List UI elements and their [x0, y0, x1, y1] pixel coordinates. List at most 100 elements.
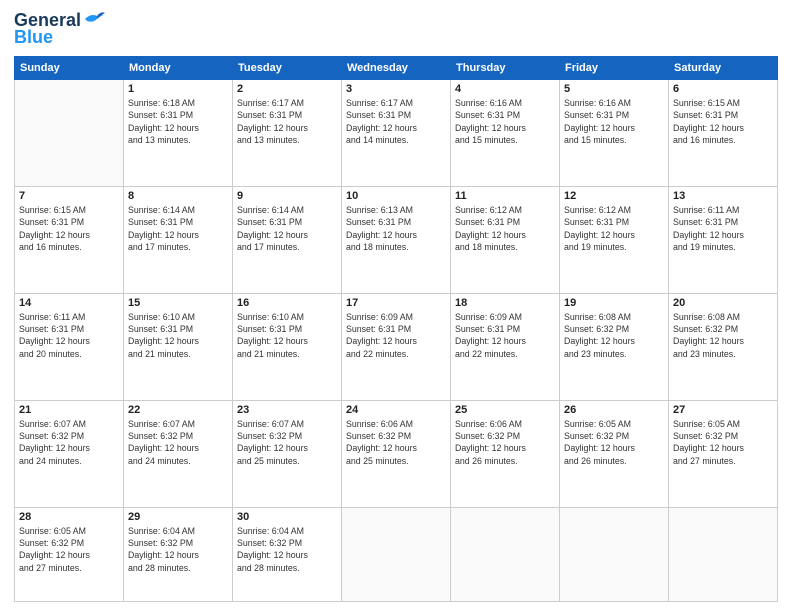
calendar-cell: 22Sunrise: 6:07 AM Sunset: 6:32 PM Dayli… — [124, 400, 233, 507]
day-number: 22 — [128, 404, 228, 416]
calendar-cell: 3 Sunrise: 6:17 AM Sunset: 6:31 PM Daylig… — [342, 80, 451, 187]
day-info: Sunrise: 6:13 AM Sunset: 6:31 PM Dayligh… — [346, 204, 446, 253]
calendar-cell — [342, 507, 451, 601]
calendar-cell: 9 Sunrise: 6:14 AM Sunset: 6:31 PM Daylig… — [233, 186, 342, 293]
day-info: Sunrise: 6:17 AM Sunset: 6:31 PM Dayligh… — [237, 97, 337, 146]
day-info: Sunrise: 6:15 AM Sunset: 6:31 PM Dayligh… — [19, 204, 119, 253]
calendar-cell: 23 Sunrise: 6:07 AM Sunset: 6:32 PM Dayli… — [233, 400, 342, 507]
calendar-week-row-3: 21Sunrise: 6:07 AM Sunset: 6:32 PM Dayli… — [15, 400, 778, 507]
day-number: 17 — [346, 297, 446, 309]
calendar-cell: 26Sunrise: 6:05 AM Sunset: 6:32 PM Dayli… — [560, 400, 669, 507]
day-info: Sunrise: 6:15 AM Sunset: 6:31 PM Dayligh… — [673, 97, 773, 146]
day-number: 14 — [19, 297, 119, 309]
day-number: 8 — [128, 190, 228, 202]
calendar-header-wednesday: Wednesday — [342, 57, 451, 80]
calendar-cell: 1 Sunrise: 6:18 AM Sunset: 6:31 PM Daylig… — [124, 80, 233, 187]
calendar-cell: 12 Sunrise: 6:12 AM Sunset: 6:31 PM Dayli… — [560, 186, 669, 293]
day-number: 7 — [19, 190, 119, 202]
day-info: Sunrise: 6:05 AM Sunset: 6:32 PM Dayligh… — [673, 418, 773, 467]
day-info: Sunrise: 6:16 AM Sunset: 6:31 PM Dayligh… — [564, 97, 664, 146]
logo-blue: Blue — [14, 27, 53, 48]
day-info: Sunrise: 6:09 AM Sunset: 6:31 PM Dayligh… — [346, 311, 446, 360]
calendar-cell: 8 Sunrise: 6:14 AM Sunset: 6:31 PM Daylig… — [124, 186, 233, 293]
calendar-cell: 15Sunrise: 6:10 AM Sunset: 6:31 PM Dayli… — [124, 293, 233, 400]
calendar-cell: 29 Sunrise: 6:04 AM Sunset: 6:32 PM Dayli… — [124, 507, 233, 601]
calendar-cell: 28 Sunrise: 6:05 AM Sunset: 6:32 PM Dayli… — [15, 507, 124, 601]
day-number: 29 — [128, 511, 228, 523]
day-number: 25 — [455, 404, 555, 416]
day-number: 10 — [346, 190, 446, 202]
calendar-week-row-4: 28 Sunrise: 6:05 AM Sunset: 6:32 PM Dayli… — [15, 507, 778, 601]
calendar-cell: 16 Sunrise: 6:10 AM Sunset: 6:31 PM Dayli… — [233, 293, 342, 400]
day-number: 6 — [673, 83, 773, 95]
day-info: Sunrise: 6:18 AM Sunset: 6:31 PM Dayligh… — [128, 97, 228, 146]
calendar-cell — [669, 507, 778, 601]
day-info: Sunrise: 6:17 AM Sunset: 6:31 PM Dayligh… — [346, 97, 446, 146]
day-number: 5 — [564, 83, 664, 95]
calendar-cell — [451, 507, 560, 601]
calendar-cell: 25 Sunrise: 6:06 AM Sunset: 6:32 PM Dayli… — [451, 400, 560, 507]
calendar-cell — [560, 507, 669, 601]
day-number: 4 — [455, 83, 555, 95]
day-info: Sunrise: 6:11 AM Sunset: 6:31 PM Dayligh… — [673, 204, 773, 253]
day-number: 13 — [673, 190, 773, 202]
day-number: 11 — [455, 190, 555, 202]
calendar-header-monday: Monday — [124, 57, 233, 80]
day-info: Sunrise: 6:12 AM Sunset: 6:31 PM Dayligh… — [564, 204, 664, 253]
calendar-cell: 10 Sunrise: 6:13 AM Sunset: 6:31 PM Dayli… — [342, 186, 451, 293]
calendar-cell: 27 Sunrise: 6:05 AM Sunset: 6:32 PM Dayli… — [669, 400, 778, 507]
calendar-cell: 19Sunrise: 6:08 AM Sunset: 6:32 PM Dayli… — [560, 293, 669, 400]
day-info: Sunrise: 6:12 AM Sunset: 6:31 PM Dayligh… — [455, 204, 555, 253]
day-info: Sunrise: 6:05 AM Sunset: 6:32 PM Dayligh… — [19, 525, 119, 574]
header: General Blue — [14, 10, 778, 48]
calendar-cell: 2 Sunrise: 6:17 AM Sunset: 6:31 PM Daylig… — [233, 80, 342, 187]
calendar-cell: 20Sunrise: 6:08 AM Sunset: 6:32 PM Dayli… — [669, 293, 778, 400]
day-number: 3 — [346, 83, 446, 95]
page-container: General Blue SundayMondayTuesdayWednesda… — [0, 0, 792, 612]
calendar-week-row-2: 14 Sunrise: 6:11 AM Sunset: 6:31 PM Dayli… — [15, 293, 778, 400]
day-info: Sunrise: 6:11 AM Sunset: 6:31 PM Dayligh… — [19, 311, 119, 360]
calendar-cell: 5 Sunrise: 6:16 AM Sunset: 6:31 PM Daylig… — [560, 80, 669, 187]
day-info: Sunrise: 6:05 AM Sunset: 6:32 PM Dayligh… — [564, 418, 664, 467]
day-info: Sunrise: 6:07 AM Sunset: 6:32 PM Dayligh… — [237, 418, 337, 467]
day-number: 28 — [19, 511, 119, 523]
day-number: 9 — [237, 190, 337, 202]
day-number: 1 — [128, 83, 228, 95]
calendar-header-row: SundayMondayTuesdayWednesdayThursdayFrid… — [15, 57, 778, 80]
calendar-header-saturday: Saturday — [669, 57, 778, 80]
day-info: Sunrise: 6:04 AM Sunset: 6:32 PM Dayligh… — [237, 525, 337, 574]
calendar-header-thursday: Thursday — [451, 57, 560, 80]
calendar-cell: 24Sunrise: 6:06 AM Sunset: 6:32 PM Dayli… — [342, 400, 451, 507]
calendar-cell: 13 Sunrise: 6:11 AM Sunset: 6:31 PM Dayli… — [669, 186, 778, 293]
day-info: Sunrise: 6:06 AM Sunset: 6:32 PM Dayligh… — [455, 418, 555, 467]
calendar-cell — [15, 80, 124, 187]
logo-bird-icon — [83, 11, 105, 27]
calendar-week-row-1: 7 Sunrise: 6:15 AM Sunset: 6:31 PM Daylig… — [15, 186, 778, 293]
day-number: 16 — [237, 297, 337, 309]
calendar-cell: 7 Sunrise: 6:15 AM Sunset: 6:31 PM Daylig… — [15, 186, 124, 293]
calendar-header-sunday: Sunday — [15, 57, 124, 80]
calendar-cell: 30 Sunrise: 6:04 AM Sunset: 6:32 PM Dayli… — [233, 507, 342, 601]
logo: General Blue — [14, 10, 105, 48]
calendar-cell: 18Sunrise: 6:09 AM Sunset: 6:31 PM Dayli… — [451, 293, 560, 400]
day-number: 12 — [564, 190, 664, 202]
calendar-header-tuesday: Tuesday — [233, 57, 342, 80]
day-info: Sunrise: 6:04 AM Sunset: 6:32 PM Dayligh… — [128, 525, 228, 574]
day-info: Sunrise: 6:16 AM Sunset: 6:31 PM Dayligh… — [455, 97, 555, 146]
day-info: Sunrise: 6:10 AM Sunset: 6:31 PM Dayligh… — [237, 311, 337, 360]
day-number: 2 — [237, 83, 337, 95]
day-info: Sunrise: 6:08 AM Sunset: 6:32 PM Dayligh… — [564, 311, 664, 360]
day-info: Sunrise: 6:14 AM Sunset: 6:31 PM Dayligh… — [237, 204, 337, 253]
calendar-cell: 21Sunrise: 6:07 AM Sunset: 6:32 PM Dayli… — [15, 400, 124, 507]
calendar-cell: 17 Sunrise: 6:09 AM Sunset: 6:31 PM Dayli… — [342, 293, 451, 400]
day-number: 23 — [237, 404, 337, 416]
calendar-cell: 14 Sunrise: 6:11 AM Sunset: 6:31 PM Dayli… — [15, 293, 124, 400]
calendar-cell: 4 Sunrise: 6:16 AM Sunset: 6:31 PM Daylig… — [451, 80, 560, 187]
day-number: 27 — [673, 404, 773, 416]
day-number: 18 — [455, 297, 555, 309]
day-number: 15 — [128, 297, 228, 309]
calendar-cell: 6 Sunrise: 6:15 AM Sunset: 6:31 PM Daylig… — [669, 80, 778, 187]
day-number: 30 — [237, 511, 337, 523]
day-info: Sunrise: 6:14 AM Sunset: 6:31 PM Dayligh… — [128, 204, 228, 253]
day-info: Sunrise: 6:06 AM Sunset: 6:32 PM Dayligh… — [346, 418, 446, 467]
